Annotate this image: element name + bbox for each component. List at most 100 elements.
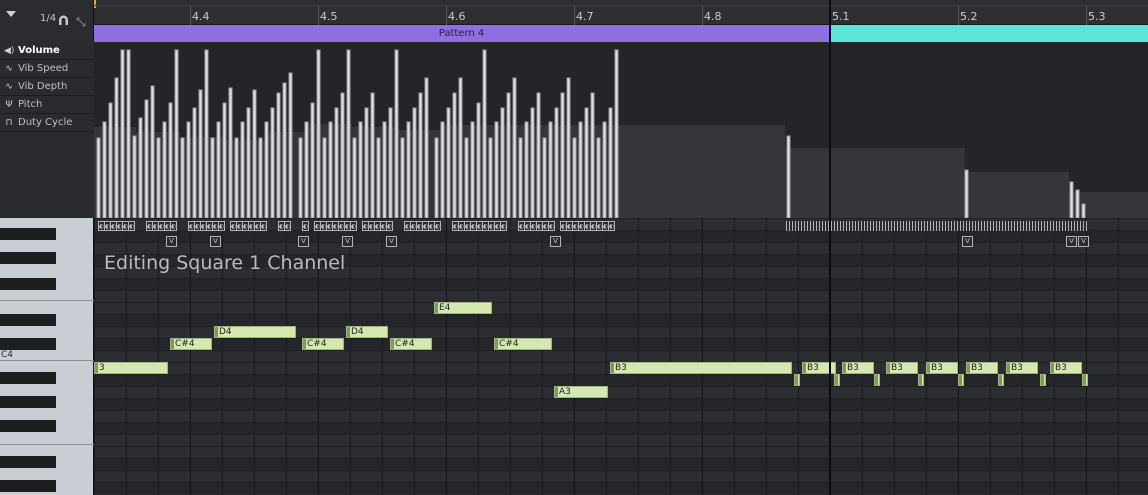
note-csharp4[interactable]: C#4 (390, 338, 432, 350)
volume-envelope-bar (150, 85, 155, 219)
pattern-5-block[interactable] (830, 25, 1148, 42)
volume-envelope-bar (114, 77, 119, 219)
grid-beat-line (798, 218, 799, 495)
lane-pitch[interactable]: Ψ Pitch (0, 96, 94, 114)
note-b3[interactable]: 3 (94, 362, 168, 374)
note-stub[interactable] (794, 374, 800, 386)
effect-marker[interactable]: ◐ (284, 221, 291, 231)
vibrato-marker[interactable]: V (550, 236, 561, 247)
note-b3[interactable]: B3 (1050, 362, 1082, 374)
note-stub[interactable] (834, 374, 840, 386)
effect-marker[interactable]: ◐ (548, 221, 555, 231)
note-b3[interactable]: B3 (886, 362, 918, 374)
resize-icon[interactable] (76, 12, 86, 27)
effect-marker[interactable]: ◐ (386, 221, 393, 231)
lane-vib-depth-label: Vib Depth (18, 81, 68, 92)
pattern-4-block[interactable]: Pattern 4 (94, 25, 829, 42)
lane-vib-speed[interactable]: ∿ Vib Speed (0, 60, 94, 78)
speaker-icon: ◀) (4, 45, 15, 56)
vibrato-marker[interactable]: V (962, 236, 973, 247)
effect-marker[interactable]: ◐ (128, 221, 135, 231)
envelope-step (1084, 208, 1148, 218)
note-d4[interactable]: D4 (346, 326, 388, 338)
volume-envelope-bar (1075, 189, 1080, 219)
volume-envelope-bar (488, 137, 493, 219)
grid-beat-line (1118, 218, 1119, 495)
black-key[interactable] (0, 456, 56, 468)
effect-marker[interactable]: ◐ (350, 221, 357, 231)
lane-volume[interactable]: ◀) Volume (0, 42, 94, 60)
vibrato-marker[interactable]: V (166, 236, 177, 247)
vibrato-marker[interactable]: V (298, 236, 309, 247)
lane-duty-cycle[interactable]: ⊓ Duty Cycle (0, 114, 94, 132)
volume-envelope-bar (518, 137, 523, 219)
vibrato-marker[interactable]: V (210, 236, 221, 247)
black-key[interactable] (0, 372, 56, 384)
effect-marker[interactable] (1086, 221, 1089, 231)
grid-beat-line (446, 218, 447, 495)
effect-marker[interactable]: ◐ (608, 221, 615, 231)
effect-marker[interactable]: ◐ (218, 221, 225, 231)
piano-keyboard[interactable] (0, 218, 94, 495)
vibrato-marker[interactable]: V (342, 236, 353, 247)
black-key[interactable] (0, 252, 56, 264)
effect-marker[interactable]: ◐ (434, 221, 441, 231)
note-stub[interactable] (1082, 374, 1088, 386)
volume-envelope-bar (234, 137, 239, 219)
volume-envelope-bar (346, 49, 351, 219)
volume-envelope-bar (446, 107, 451, 219)
magnet-icon[interactable] (58, 11, 69, 25)
effect-marker[interactable]: ◐ (170, 221, 177, 231)
volume-envelope-bar (412, 107, 417, 219)
volume-envelope-bar (590, 92, 595, 219)
toolbar-corner: 1/4 (0, 0, 94, 42)
note-stub[interactable] (998, 374, 1004, 386)
note-b3[interactable]: B3 (1006, 362, 1038, 374)
grid-beat-line (542, 218, 543, 495)
volume-envelope-bar (536, 92, 541, 219)
note-stub[interactable] (918, 374, 924, 386)
black-key[interactable] (0, 228, 56, 240)
black-key[interactable] (0, 338, 56, 350)
note-a3[interactable]: A3 (554, 386, 608, 398)
note-csharp4[interactable]: C#4 (170, 338, 212, 350)
collapse-arrow-icon[interactable] (6, 11, 16, 17)
black-key[interactable] (0, 396, 56, 408)
note-stub[interactable] (958, 374, 964, 386)
note-b3[interactable]: B3 (842, 362, 874, 374)
volume-envelope-bar (310, 102, 315, 219)
effect-marker[interactable]: ◐ (260, 221, 267, 231)
note-e4[interactable]: E4 (434, 302, 492, 314)
volume-envelope-area[interactable] (94, 42, 1148, 219)
effect-marker[interactable]: ◐ (500, 221, 507, 231)
volume-envelope-bar (186, 121, 191, 219)
grid-beat-line (1022, 218, 1023, 495)
black-key[interactable] (0, 278, 56, 290)
volume-envelope-bar (96, 137, 101, 219)
lane-vib-depth[interactable]: ∿ Vib Depth (0, 78, 94, 96)
vibrato-marker[interactable]: V (1066, 236, 1077, 247)
timeline-ruler[interactable]: 4.4 4.5 4.6 4.7 4.8 5.1 5.2 5.3 (94, 0, 1148, 25)
note-stub[interactable] (1040, 374, 1046, 386)
white-key-divider (0, 444, 94, 445)
note-b3[interactable]: B3 (610, 362, 792, 374)
volume-envelope-bar (364, 107, 369, 219)
black-key[interactable] (0, 420, 56, 432)
volume-envelope-bar (228, 87, 233, 219)
note-b3[interactable]: B3 (926, 362, 958, 374)
note-b3[interactable]: B3 (966, 362, 998, 374)
playhead[interactable] (829, 0, 831, 495)
volume-envelope-bar (288, 72, 293, 219)
note-csharp4[interactable]: C#4 (302, 338, 344, 350)
vibrato-marker[interactable]: V (1078, 236, 1089, 247)
vibrato-marker[interactable]: V (386, 236, 397, 247)
note-d4[interactable]: D4 (214, 326, 296, 338)
note-csharp4[interactable]: C#4 (494, 338, 552, 350)
black-key[interactable] (0, 314, 56, 326)
snap-label[interactable]: 1/4 (40, 13, 56, 24)
volume-envelope-bar (198, 89, 203, 219)
effect-marker[interactable]: ◐ (302, 221, 309, 231)
black-key[interactable] (0, 480, 56, 492)
note-stub[interactable] (874, 374, 880, 386)
volume-envelope-bar (530, 107, 535, 219)
